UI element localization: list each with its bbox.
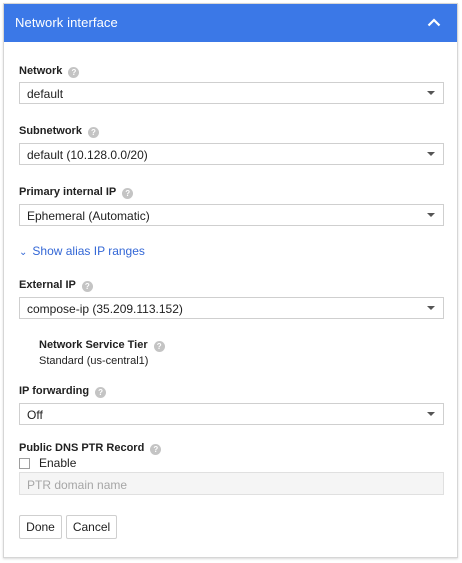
help-icon[interactable]: ? <box>87 127 99 138</box>
subnetwork-select[interactable]: default (10.128.0.0/20) <box>19 143 444 165</box>
dns-ptr-label-text: Public DNS PTR Record <box>19 442 145 454</box>
subnetwork-label-text: Subnetwork <box>19 125 82 137</box>
primary-ip-select-value: Ephemeral (Automatic) <box>27 209 150 223</box>
ip-forwarding-select[interactable]: Off <box>19 403 444 425</box>
subnetwork-label: Subnetwork? <box>19 125 99 138</box>
dropdown-arrow-icon <box>427 412 435 416</box>
ip-forwarding-select-value: Off <box>27 408 43 422</box>
primary-ip-label: Primary internal IP? <box>19 186 134 199</box>
chevron-down-double-icon: ⌄ <box>19 247 28 258</box>
ptr-domain-placeholder: PTR domain name <box>27 478 128 492</box>
external-ip-select-value: compose-ip (35.209.113.152) <box>27 302 183 316</box>
panel-title: Network interface <box>15 15 118 30</box>
subnetwork-select-value: default (10.128.0.0/20) <box>27 148 148 162</box>
network-select-value: default <box>27 87 64 101</box>
ptr-domain-input: PTR domain name <box>19 472 444 495</box>
network-select[interactable]: default <box>19 82 444 104</box>
show-alias-ip-link[interactable]: ⌄ Show alias IP ranges <box>19 244 145 258</box>
network-label-text: Network <box>19 65 63 77</box>
network-tier-label: Network Service Tier? <box>39 339 165 352</box>
external-ip-select[interactable]: compose-ip (35.209.113.152) <box>19 297 444 319</box>
chevron-up-icon[interactable] <box>427 17 441 27</box>
panel-header[interactable]: Network interface <box>4 4 457 42</box>
dns-ptr-label: Public DNS PTR Record? <box>19 442 162 455</box>
enable-ptr-checkbox[interactable] <box>19 458 30 469</box>
network-tier-value: Standard (us-central1) <box>39 355 149 367</box>
dropdown-arrow-icon <box>427 91 435 95</box>
help-icon[interactable]: ? <box>68 67 80 78</box>
help-icon[interactable]: ? <box>122 188 134 199</box>
enable-ptr-label[interactable]: Enable <box>39 456 76 470</box>
help-icon[interactable]: ? <box>95 387 107 398</box>
network-label: Network? <box>19 65 80 78</box>
done-button[interactable]: Done <box>19 515 62 539</box>
cancel-button[interactable]: Cancel <box>66 515 117 539</box>
network-tier-label-text: Network Service Tier <box>39 339 148 351</box>
dropdown-arrow-icon <box>427 213 435 217</box>
primary-ip-select[interactable]: Ephemeral (Automatic) <box>19 204 444 226</box>
ip-forwarding-label-text: IP forwarding <box>19 385 90 397</box>
primary-ip-label-text: Primary internal IP <box>19 186 117 198</box>
external-ip-label-text: External IP <box>19 279 76 291</box>
network-interface-panel: Network interface Network? default Subne… <box>3 3 458 558</box>
help-icon[interactable]: ? <box>153 341 165 352</box>
dropdown-arrow-icon <box>427 306 435 310</box>
show-alias-ip-text: Show alias IP ranges <box>32 244 145 258</box>
help-icon[interactable]: ? <box>150 444 162 455</box>
help-icon[interactable]: ? <box>81 281 93 292</box>
external-ip-label: External IP? <box>19 279 93 292</box>
ip-forwarding-label: IP forwarding? <box>19 385 107 398</box>
dropdown-arrow-icon <box>427 152 435 156</box>
